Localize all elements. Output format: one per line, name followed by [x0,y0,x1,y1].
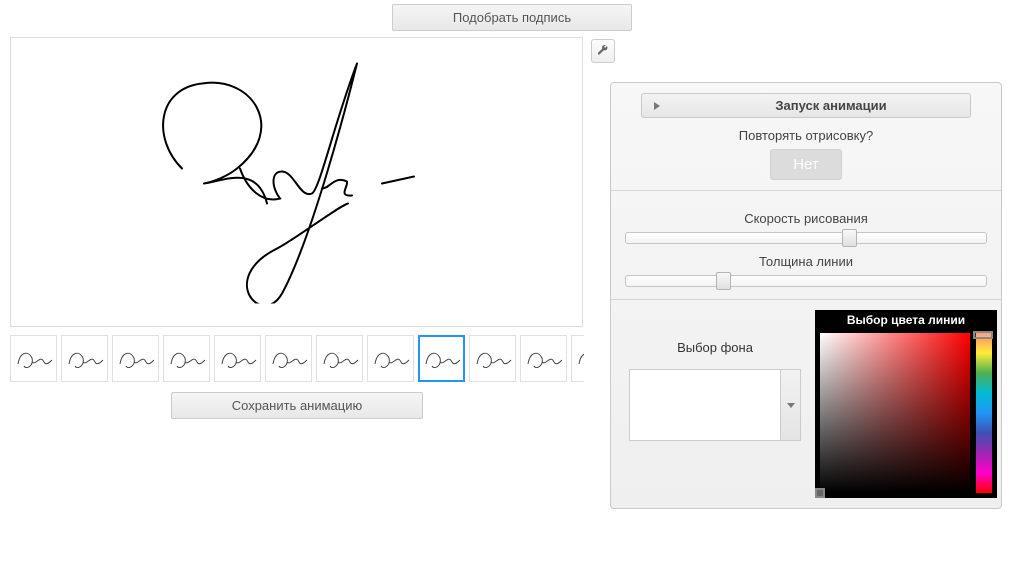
signature-thumb[interactable] [214,335,261,382]
wrench-icon[interactable] [591,39,615,63]
signature-thumb[interactable] [469,335,516,382]
signature-canvas[interactable] [10,37,583,327]
speed-slider[interactable] [625,232,987,244]
repeat-label: Повторять отрисовку? [625,128,987,143]
save-animation-button[interactable]: Сохранить анимацию [171,392,424,419]
settings-panel: Запуск анимации Повторять отрисовку? Нет… [610,82,1002,509]
signature-thumb[interactable] [316,335,363,382]
line-color-picker: Выбор цвета линии [815,310,997,498]
thickness-slider-handle[interactable] [716,272,731,290]
signature-thumbnails [10,335,584,382]
hue-slider[interactable] [976,333,992,493]
line-color-title: Выбор цвета линии [817,312,995,330]
thickness-slider[interactable] [625,275,987,287]
signature-thumb[interactable] [265,335,312,382]
play-icon [654,102,660,110]
bg-color-dropdown[interactable] [780,370,800,440]
signature-thumb[interactable] [10,335,57,382]
bg-color-swatch[interactable] [630,370,780,440]
signature-thumb[interactable] [418,335,465,382]
bg-picker-label: Выбор фона [625,340,805,355]
signature-thumb[interactable] [61,335,108,382]
run-animation-label: Запуск анимации [700,98,962,113]
repeat-toggle-button[interactable]: Нет [770,149,842,180]
signature-thumb[interactable] [112,335,159,382]
hue-slider-handle[interactable] [973,331,993,339]
signature-thumb[interactable] [367,335,414,382]
speed-label: Скорость рисования [625,211,987,226]
speed-slider-handle[interactable] [842,229,857,247]
sv-picker[interactable] [820,333,970,493]
thickness-label: Толщина линии [625,254,987,269]
suggest-signature-button[interactable]: Подобрать подпись [392,4,632,31]
signature-thumb[interactable] [571,335,584,382]
signature-thumb[interactable] [163,335,210,382]
signature-thumb[interactable] [520,335,567,382]
sv-picker-handle[interactable] [815,488,825,498]
run-animation-button[interactable]: Запуск анимации [641,93,971,118]
